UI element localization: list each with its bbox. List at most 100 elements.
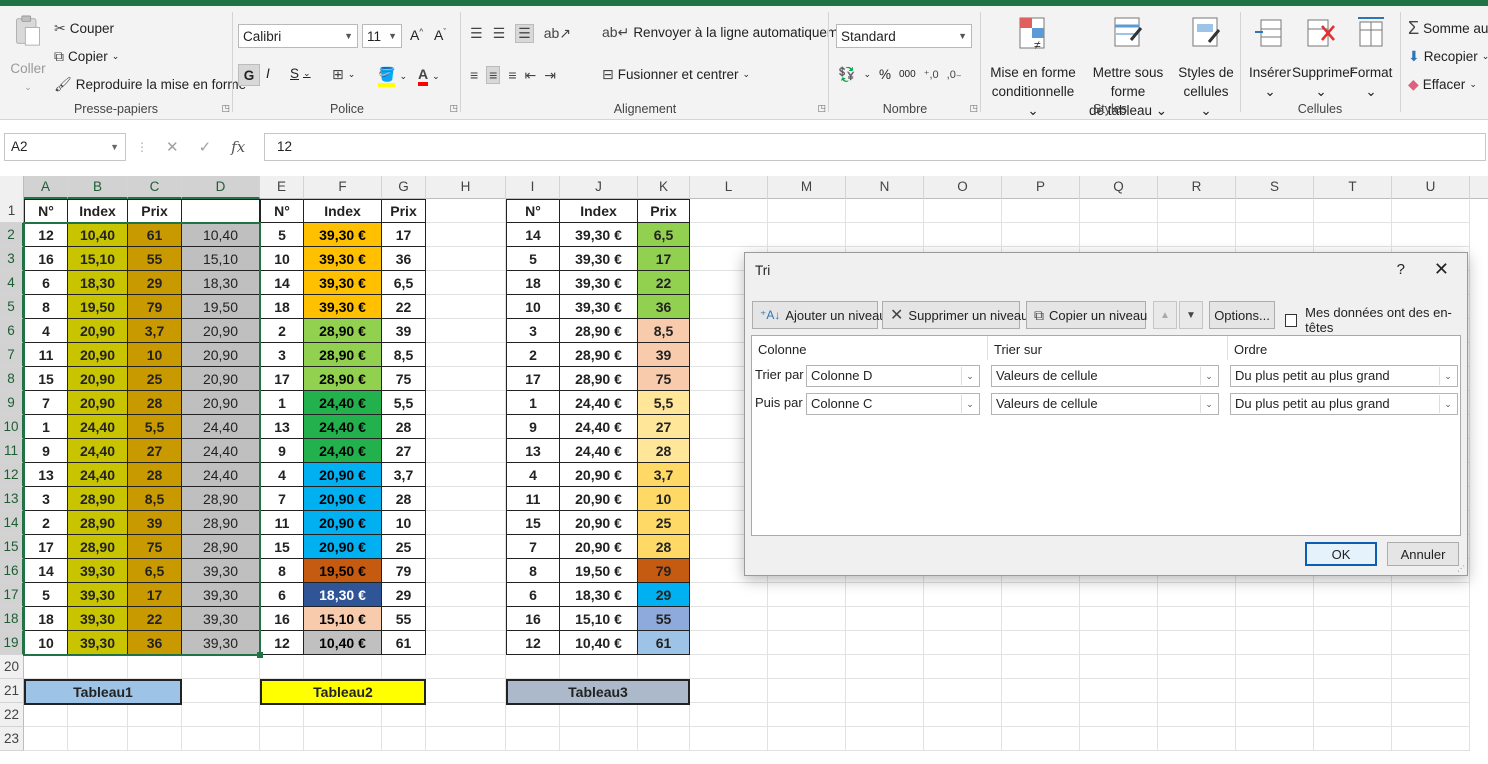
table2-label[interactable]: Tableau2	[260, 679, 426, 705]
column-header-n[interactable]: N	[846, 176, 924, 199]
table-cell[interactable]: 17	[382, 223, 426, 247]
table-cell[interactable]: 9	[506, 415, 560, 439]
table-cell[interactable]: 2	[260, 319, 304, 343]
close-button[interactable]: ✕	[1434, 259, 1449, 280]
headers-checkbox[interactable]: Mes données ont des en-têtes	[1285, 305, 1467, 335]
table-cell[interactable]: 55	[128, 247, 182, 271]
table-cell[interactable]: 12	[260, 631, 304, 655]
table-cell[interactable]: 39,30	[182, 559, 260, 583]
table-cell[interactable]: 61	[382, 631, 426, 655]
fill-button[interactable]: ⬇ Recopier ⌄	[1408, 48, 1488, 65]
underline-button[interactable]: S ⌄	[290, 66, 311, 81]
table-cell[interactable]: 28,90	[68, 535, 128, 559]
column-header-c[interactable]: C	[128, 176, 182, 199]
table-cell[interactable]: 29	[128, 271, 182, 295]
table-cell[interactable]: 19,50	[182, 295, 260, 319]
table-cell[interactable]: 24,40 €	[304, 439, 382, 463]
row-header-13[interactable]: 13	[0, 487, 24, 511]
table-cell[interactable]: 13	[506, 439, 560, 463]
table-cell[interactable]: 39,30 €	[560, 247, 638, 271]
table-cell[interactable]: 24,40	[182, 439, 260, 463]
table-cell[interactable]: 20,90 €	[304, 535, 382, 559]
table-cell[interactable]: 1	[260, 391, 304, 415]
table-cell[interactable]: 15,10 €	[560, 607, 638, 631]
row-header-9[interactable]: 9	[0, 391, 24, 415]
align-left-icon[interactable]: ≡	[470, 67, 478, 83]
table-cell[interactable]: 16	[506, 607, 560, 631]
table-cell[interactable]: 29	[382, 583, 426, 607]
table-cell[interactable]: 20,90	[68, 367, 128, 391]
column-header-l[interactable]: L	[690, 176, 768, 199]
table-cell[interactable]: 18,30 €	[560, 583, 638, 607]
formula-input[interactable]: 12	[264, 133, 1486, 161]
table-cell[interactable]: 18,30	[68, 271, 128, 295]
table1-label[interactable]: Tableau1	[24, 679, 182, 705]
table-cell[interactable]: 17	[638, 247, 690, 271]
copy-button[interactable]: ⧉ Copier ⌄	[54, 48, 119, 65]
table-cell[interactable]: 24,40 €	[560, 415, 638, 439]
table-header-cell[interactable]: N°	[506, 199, 560, 223]
table-cell[interactable]: 10,40 €	[304, 631, 382, 655]
table-cell[interactable]: 3	[260, 343, 304, 367]
table-cell[interactable]: 28,90	[182, 535, 260, 559]
table-cell[interactable]: 39,30 €	[560, 271, 638, 295]
delete-cells-button[interactable]: Supprimer ⌄	[1292, 16, 1354, 101]
table-cell[interactable]: 4	[24, 319, 68, 343]
table-cell[interactable]: 20,90 €	[560, 511, 638, 535]
table-cell[interactable]: 5,5	[128, 415, 182, 439]
table-cell[interactable]: 24,40 €	[304, 391, 382, 415]
align-center-icon[interactable]: ≡	[486, 66, 501, 84]
table-cell[interactable]: 39,30 €	[560, 295, 638, 319]
table-cell[interactable]: 61	[638, 631, 690, 655]
table-cell[interactable]: 5,5	[638, 391, 690, 415]
column-header-t[interactable]: T	[1314, 176, 1392, 199]
move-down-button[interactable]: ▼	[1179, 301, 1203, 329]
table-cell[interactable]: 24,40 €	[560, 439, 638, 463]
table-cell[interactable]: 8	[24, 295, 68, 319]
number-format-combo[interactable]: Standard ▼	[836, 24, 972, 48]
column-header-a[interactable]: A	[24, 176, 68, 199]
bold-button[interactable]: G	[238, 64, 260, 86]
align-top-icon[interactable]: ☰	[470, 25, 483, 42]
row-header-11[interactable]: 11	[0, 439, 24, 463]
table-header-cell[interactable]: Index	[304, 199, 382, 223]
table-cell[interactable]: 27	[382, 439, 426, 463]
checkbox-box[interactable]	[1285, 313, 1298, 327]
column-header-m[interactable]: M	[768, 176, 846, 199]
table-cell[interactable]: 15,10 €	[304, 607, 382, 631]
delete-level-button[interactable]: ✕ Supprimer un niveau	[882, 301, 1028, 329]
column-header-u[interactable]: U	[1392, 176, 1470, 199]
confirm-entry-icon[interactable]: ✓	[199, 138, 212, 156]
table-cell[interactable]: 3,7	[128, 319, 182, 343]
sort-level-row[interactable]: Puis par Colonne C ⌄ Valeurs de cellule ⌄ …	[752, 390, 1460, 418]
row-header-6[interactable]: 6	[0, 319, 24, 343]
row-header-16[interactable]: 16	[0, 559, 24, 583]
table-cell[interactable]: 7	[506, 535, 560, 559]
table-cell[interactable]: 39,30 €	[304, 295, 382, 319]
table-cell[interactable]: 15,10	[68, 247, 128, 271]
table-cell[interactable]: 10,40 €	[560, 631, 638, 655]
clear-button[interactable]: ◆ Effacer ⌄	[1408, 76, 1477, 93]
clipboard-launcher-icon[interactable]: ◳	[221, 103, 230, 114]
autosum-button[interactable]: Σ Somme aut	[1408, 18, 1488, 39]
table-cell[interactable]: 14	[260, 271, 304, 295]
table-cell[interactable]: 8	[260, 559, 304, 583]
name-box[interactable]: A2 ▼	[4, 133, 126, 161]
paste-button[interactable]: Coller ⌄	[6, 14, 50, 97]
thousands-button[interactable]: 000	[899, 69, 916, 80]
table-cell[interactable]: 20,90	[182, 391, 260, 415]
shrink-font-button[interactable]: Aˇ	[434, 27, 446, 43]
table-cell[interactable]: 36	[128, 631, 182, 655]
table-cell[interactable]: 24,40 €	[560, 391, 638, 415]
table-cell[interactable]: 7	[24, 391, 68, 415]
table-cell[interactable]: 55	[382, 607, 426, 631]
table-cell[interactable]: 11	[24, 343, 68, 367]
cut-button[interactable]: ✂ Couper	[54, 20, 114, 37]
table-header-cell[interactable]: Prix	[382, 199, 426, 223]
decrease-decimal-icon[interactable]: ,0₋	[947, 68, 962, 81]
table-cell[interactable]: 39,30	[182, 607, 260, 631]
table-cell[interactable]: 20,90	[182, 367, 260, 391]
table-cell[interactable]: 28,90	[182, 511, 260, 535]
table-cell[interactable]: 39,30	[68, 559, 128, 583]
cancel-button[interactable]: Annuler	[1387, 542, 1459, 566]
